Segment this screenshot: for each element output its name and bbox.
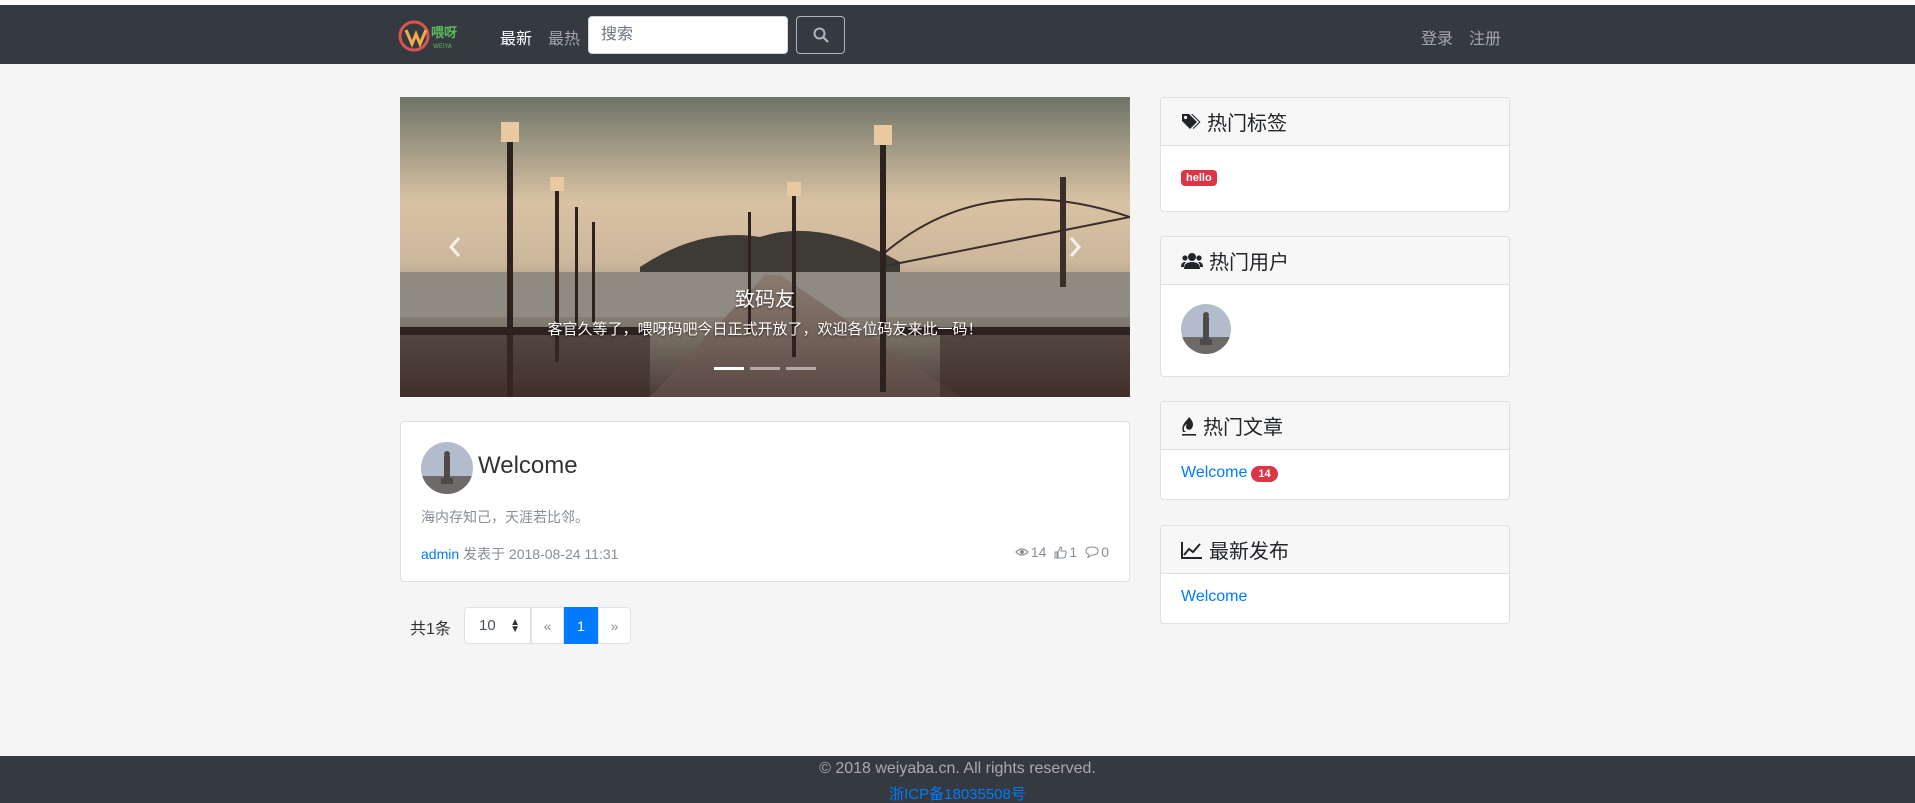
pagination-page-button[interactable]: 1 [564, 607, 598, 644]
like-count[interactable]: 1 [1054, 544, 1077, 560]
footer-copyright: © 2018 weiyaba.cn. All rights reserved. [819, 760, 1096, 777]
navbar: 喂呀 WEIYA 最新 最热 登录 注册 [0, 5, 1915, 64]
carousel-prev-button[interactable] [440, 232, 470, 262]
comment-icon [1085, 546, 1099, 558]
author-avatar[interactable] [421, 442, 473, 494]
carousel-indicator[interactable] [714, 367, 744, 370]
post-author-link[interactable]: admin [421, 546, 459, 562]
hot-users-header: 热门用户 [1161, 237, 1509, 285]
view-count: 14 [1014, 544, 1047, 560]
line-chart-icon [1181, 541, 1202, 559]
search-button[interactable] [796, 16, 845, 54]
post-published-label: 发表于 [463, 546, 506, 562]
carousel-image [400, 97, 1130, 397]
footer: © 2018 weiyaba.cn. All rights reserved. … [0, 756, 1915, 803]
select-caret-icon: ▲ ▼ [510, 617, 520, 635]
fire-icon [1182, 416, 1196, 436]
nav-hottest[interactable]: 最热 [548, 25, 580, 49]
chevron-left-icon [448, 237, 461, 257]
hot-tags-title: 热门标签 [1207, 113, 1287, 135]
comment-count: 0 [1085, 544, 1109, 560]
comment-count-value: 0 [1101, 544, 1109, 560]
carousel-indicators [400, 367, 1130, 370]
hot-articles-title: 热门文章 [1203, 417, 1283, 439]
post-card: Welcome 海内存知己，天涯若比邻。 admin 发表于 2018-08-2… [400, 421, 1130, 582]
post-meta: admin 发表于 2018-08-24 11:31 [421, 544, 618, 564]
total-count-label: 共1条 [410, 621, 451, 638]
carousel: 致码友 客官久等了，喂呀码吧今日正式开放了，欢迎各位码友来此一码！ [400, 97, 1130, 397]
hot-articles-header: 热门文章 [1161, 402, 1509, 450]
hot-tags-header: 热门标签 [1161, 98, 1509, 146]
page-size-select[interactable]: 10 ▲ ▼ [464, 607, 531, 644]
hot-article-count-badge: 14 [1251, 466, 1278, 482]
user-avatar[interactable] [1181, 304, 1231, 354]
login-link[interactable]: 登录 [1421, 25, 1453, 49]
latest-posts-title: 最新发布 [1209, 541, 1289, 563]
carousel-title: 致码友 [735, 289, 795, 311]
hot-articles-card: 热门文章 Welcome 14 [1160, 401, 1510, 500]
chevron-right-icon [1069, 237, 1082, 257]
eye-icon [1014, 548, 1029, 556]
logo-subtext: WEIYA [433, 43, 453, 50]
hot-article-link[interactable]: Welcome [1181, 464, 1247, 481]
tags-icon [1182, 113, 1201, 129]
logo-text: 喂呀 [431, 26, 457, 41]
post-date: 2018-08-24 11:31 [508, 546, 619, 562]
carousel-next-button[interactable] [1060, 232, 1090, 262]
tag-badge[interactable]: hello [1181, 170, 1217, 186]
carousel-text: 客官久等了，喂呀码吧今日正式开放了，欢迎各位码友来此一码！ [547, 321, 983, 338]
thumbs-up-icon [1054, 545, 1068, 558]
post-title[interactable]: Welcome [478, 452, 578, 480]
post-stats: 14 1 0 [1014, 544, 1109, 560]
register-link[interactable]: 注册 [1469, 25, 1501, 49]
nav-latest[interactable]: 最新 [500, 25, 532, 49]
search-icon [813, 27, 829, 43]
hot-users-title: 热门用户 [1209, 252, 1289, 274]
view-count-value: 14 [1030, 544, 1047, 560]
site-logo[interactable]: 喂呀 WEIYA [398, 18, 472, 54]
latest-posts-card: 最新发布 Welcome [1160, 525, 1510, 624]
post-summary: 海内存知己，天涯若比邻。 [421, 509, 589, 525]
carousel-indicator[interactable] [750, 367, 780, 370]
hot-tags-card: 热门标签 hello [1160, 97, 1510, 212]
pagination-prev-button[interactable]: « [531, 607, 564, 644]
page-size-value: 10 [479, 617, 496, 634]
carousel-indicator[interactable] [786, 367, 816, 370]
latest-post-link[interactable]: Welcome [1181, 588, 1247, 605]
like-count-value: 1 [1069, 544, 1078, 560]
latest-posts-header: 最新发布 [1161, 526, 1509, 574]
hot-users-card: 热门用户 [1160, 236, 1510, 377]
pagination-next-button[interactable]: » [598, 607, 631, 644]
footer-icp-link[interactable]: 浙ICP备18035508号 [0, 783, 1915, 803]
search-input[interactable] [588, 16, 788, 54]
users-icon [1181, 252, 1203, 269]
